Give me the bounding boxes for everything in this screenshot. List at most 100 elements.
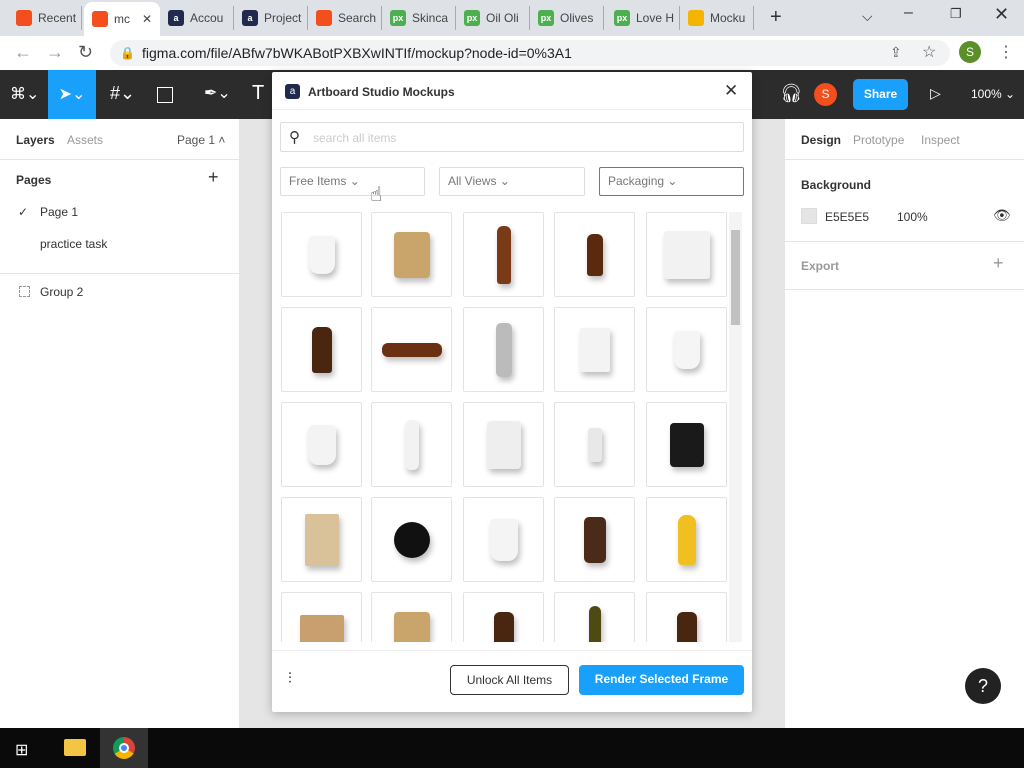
close-window-button[interactable]: ✕ (994, 4, 1009, 25)
mockup-item[interactable] (554, 592, 635, 642)
tab-label: Olives (560, 11, 594, 25)
tab-layers[interactable]: Layers (16, 133, 55, 147)
free-items-select[interactable]: Free Items ⌄ (280, 167, 425, 196)
beer-bottle-icon (496, 225, 511, 284)
mockup-item[interactable] (463, 307, 544, 392)
chrome-taskbar-button[interactable] (100, 728, 148, 768)
windows-start-icon[interactable]: ⊞ (15, 740, 28, 760)
mockup-item[interactable] (646, 402, 727, 487)
browser-tab[interactable]: a Project (234, 6, 308, 30)
tab-assets[interactable]: Assets (67, 133, 103, 147)
page-item[interactable]: Page 1 (40, 205, 78, 219)
browser-tab[interactable]: Mocku (680, 6, 754, 30)
share-button[interactable]: Share (853, 79, 908, 110)
mockup-item[interactable] (281, 402, 362, 487)
share-page-icon[interactable]: ⇪ (890, 44, 902, 61)
mockup-item[interactable] (371, 497, 452, 582)
mockup-item[interactable] (281, 592, 362, 642)
move-tool-icon[interactable]: ➤⌄ (48, 70, 96, 119)
mockup-item[interactable] (281, 212, 362, 297)
restore-button[interactable]: ❐ (950, 6, 962, 22)
bg-color-swatch[interactable] (801, 208, 817, 224)
forward-button[interactable]: → (46, 42, 64, 63)
paper-bag-icon (304, 513, 339, 566)
page-item[interactable]: practice task (40, 237, 107, 251)
tab-design[interactable]: Design (801, 133, 841, 147)
browser-tab[interactable]: a Accou (160, 6, 234, 30)
mockup-item[interactable] (371, 307, 452, 392)
chrome-icon (113, 737, 135, 759)
zoom-dropdown[interactable]: 100% ⌄ (971, 87, 1015, 101)
layer-item[interactable]: Group 2 (40, 285, 83, 299)
mockup-item[interactable] (646, 212, 727, 297)
search-input[interactable]: ⚲ search all items (280, 122, 744, 152)
close-modal-button[interactable]: ✕ (724, 81, 738, 101)
bookmark-star-icon[interactable]: ☆ (922, 42, 936, 62)
render-frame-button[interactable]: Render Selected Frame (579, 665, 744, 695)
group-icon (19, 286, 30, 297)
browser-tab[interactable]: px Olives (530, 6, 604, 30)
mockup-item[interactable] (646, 592, 727, 642)
unlock-all-button[interactable]: Unlock All Items (450, 665, 569, 695)
tab-prototype[interactable]: Prototype (853, 133, 904, 147)
reload-button[interactable]: ↻ (78, 42, 93, 63)
px-icon: px (464, 10, 480, 26)
pen-tool-icon[interactable]: ✒⌄ (204, 83, 231, 103)
mockup-item[interactable] (371, 212, 452, 297)
user-avatar[interactable]: S (814, 83, 837, 106)
views-select[interactable]: All Views ⌄ (439, 167, 585, 196)
lock-icon: 🔒 (120, 46, 135, 60)
visibility-eye-icon[interactable]: 👁︎ (993, 207, 1011, 224)
grid-scrollbar[interactable] (729, 212, 742, 642)
tab-inspect[interactable]: Inspect (921, 133, 960, 147)
add-page-button[interactable]: + (208, 167, 219, 188)
px-icon: px (538, 10, 554, 26)
close-tab-icon[interactable]: ✕ (142, 12, 152, 26)
mockup-item[interactable] (554, 402, 635, 487)
audio-headphones-icon[interactable]: 🎧︎ (780, 83, 803, 104)
frame-tool-icon[interactable]: #⌄ (110, 83, 135, 104)
page-select[interactable]: Page 1 ˄ (177, 133, 225, 147)
browser-tab[interactable]: px Love H (606, 6, 680, 30)
mockup-item[interactable] (463, 212, 544, 297)
mockup-item[interactable] (646, 307, 727, 392)
taskbar: ⊞ (0, 728, 1024, 768)
add-export-button[interactable]: + (993, 253, 1004, 274)
browser-tab[interactable]: px Skinca (382, 6, 456, 30)
file-explorer-icon[interactable] (64, 739, 86, 756)
figma-icon (92, 11, 108, 27)
mockup-item[interactable] (371, 592, 452, 642)
mockup-item[interactable] (646, 497, 727, 582)
settings-sliders-icon[interactable]: ⫶ (288, 670, 292, 687)
mockup-item[interactable] (371, 402, 452, 487)
tab-search-chevron-icon[interactable]: ⌵ (862, 8, 873, 25)
mockup-item[interactable] (463, 592, 544, 642)
browser-menu-icon[interactable]: ⋮ (998, 42, 1014, 62)
shape-tool-icon[interactable] (157, 87, 173, 103)
browser-tab[interactable]: mc ✕ (84, 2, 160, 36)
minimize-button[interactable]: – (904, 4, 913, 22)
mockup-item[interactable] (463, 497, 544, 582)
help-button[interactable]: ? (965, 668, 1001, 704)
mockup-item[interactable] (554, 497, 635, 582)
category-select[interactable]: Packaging ⌄ (599, 167, 744, 196)
coffee-cup-icon (307, 424, 336, 465)
figma-menu-icon[interactable]: ⌘⌄ (10, 84, 39, 104)
url-input[interactable]: 🔒 figma.com/file/ABfw7bWKABotPXBXwINTIf/m… (110, 40, 950, 66)
mockup-item[interactable] (281, 497, 362, 582)
box-icon (579, 327, 610, 372)
browser-tab[interactable]: Search (308, 6, 382, 30)
bg-hex-input[interactable]: E5E5E5 (825, 210, 869, 224)
text-tool-icon[interactable]: T (252, 82, 264, 105)
mockup-item[interactable] (463, 402, 544, 487)
back-button[interactable]: ← (14, 42, 32, 63)
new-tab-button[interactable]: + (770, 6, 782, 29)
browser-tab[interactable]: Recent (8, 6, 82, 30)
profile-avatar[interactable]: S (959, 41, 981, 63)
mockup-item[interactable] (554, 212, 635, 297)
mockup-item[interactable] (554, 307, 635, 392)
bg-opacity-input[interactable]: 100% (897, 210, 928, 224)
mockup-item[interactable] (281, 307, 362, 392)
present-play-icon[interactable]: ▷ (930, 85, 941, 102)
browser-tab[interactable]: px Oil Oli (456, 6, 530, 30)
